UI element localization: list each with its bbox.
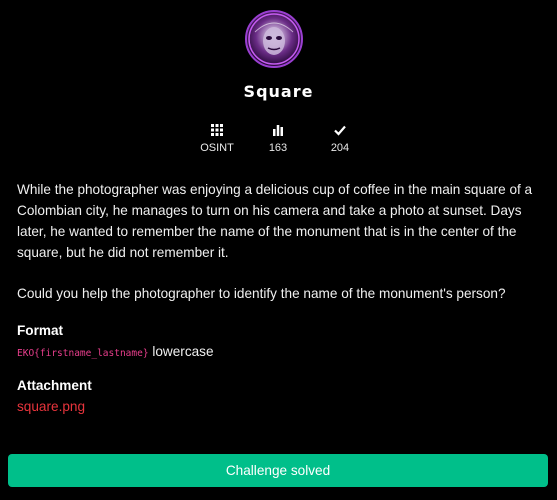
stat-points: 163 bbox=[248, 124, 308, 154]
stat-points-value: 163 bbox=[268, 142, 288, 154]
challenge-stats: OSINT 163 204 bbox=[0, 124, 557, 156]
format-line: EKO{firstname_lastname} lowercase bbox=[17, 344, 214, 359]
challenge-description: While the photographer was enjoying a de… bbox=[17, 179, 545, 263]
grid-icon bbox=[211, 124, 223, 136]
attachment-heading: Attachment bbox=[17, 378, 92, 393]
attachment-link[interactable]: square.png bbox=[17, 399, 85, 414]
bar-chart-icon bbox=[273, 125, 283, 136]
format-note: lowercase bbox=[152, 344, 214, 359]
stat-category-value: OSINT bbox=[200, 142, 234, 154]
challenge-solved-button[interactable]: Challenge solved bbox=[8, 454, 548, 487]
checkmark-icon bbox=[334, 125, 346, 136]
format-heading: Format bbox=[17, 323, 64, 338]
stat-category: OSINT bbox=[187, 124, 247, 154]
format-code: EKO{firstname_lastname} bbox=[17, 348, 149, 359]
stat-solves-value: 204 bbox=[330, 142, 350, 154]
stat-solves: 204 bbox=[310, 124, 370, 154]
challenge-title: Square bbox=[243, 82, 314, 101]
description-text: While the photographer was enjoying a de… bbox=[17, 182, 533, 260]
challenge-question: Could you help the photographer to ident… bbox=[17, 286, 506, 301]
ekoparty-logo bbox=[245, 10, 303, 68]
